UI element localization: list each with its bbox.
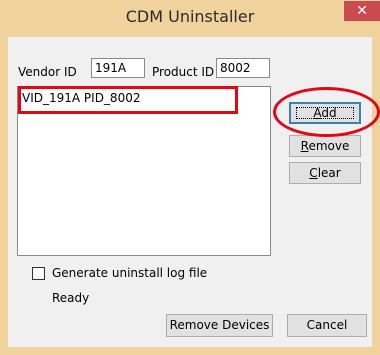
remove-button[interactable]: Remove (289, 135, 361, 157)
remove-devices-button[interactable]: Remove Devices (166, 314, 273, 337)
add-button[interactable]: Add (289, 102, 361, 124)
title-bar[interactable]: CDM Uninstaller ✕ (0, 0, 380, 30)
device-list[interactable]: VID_191A PID_8002 (17, 86, 271, 256)
product-id-field[interactable]: 8002 (216, 58, 270, 78)
log-file-checkbox[interactable] (32, 267, 45, 280)
window-title: CDM Uninstaller (125, 7, 255, 26)
vendor-id-field[interactable]: 191A (91, 58, 145, 78)
close-button[interactable]: ✕ (344, 1, 380, 21)
log-file-label: Generate uninstall log file (52, 266, 208, 280)
clear-mnemonic: C (309, 166, 318, 180)
status-text: Ready (52, 291, 90, 305)
list-item[interactable]: VID_191A PID_8002 (22, 91, 140, 105)
product-id-label: Product ID (152, 65, 215, 79)
close-icon: ✕ (356, 3, 368, 19)
focus-rectangle (296, 107, 354, 119)
clear-button[interactable]: Clear (289, 162, 361, 184)
vendor-id-label: Vendor ID (18, 65, 77, 79)
cancel-button[interactable]: Cancel (287, 314, 367, 337)
